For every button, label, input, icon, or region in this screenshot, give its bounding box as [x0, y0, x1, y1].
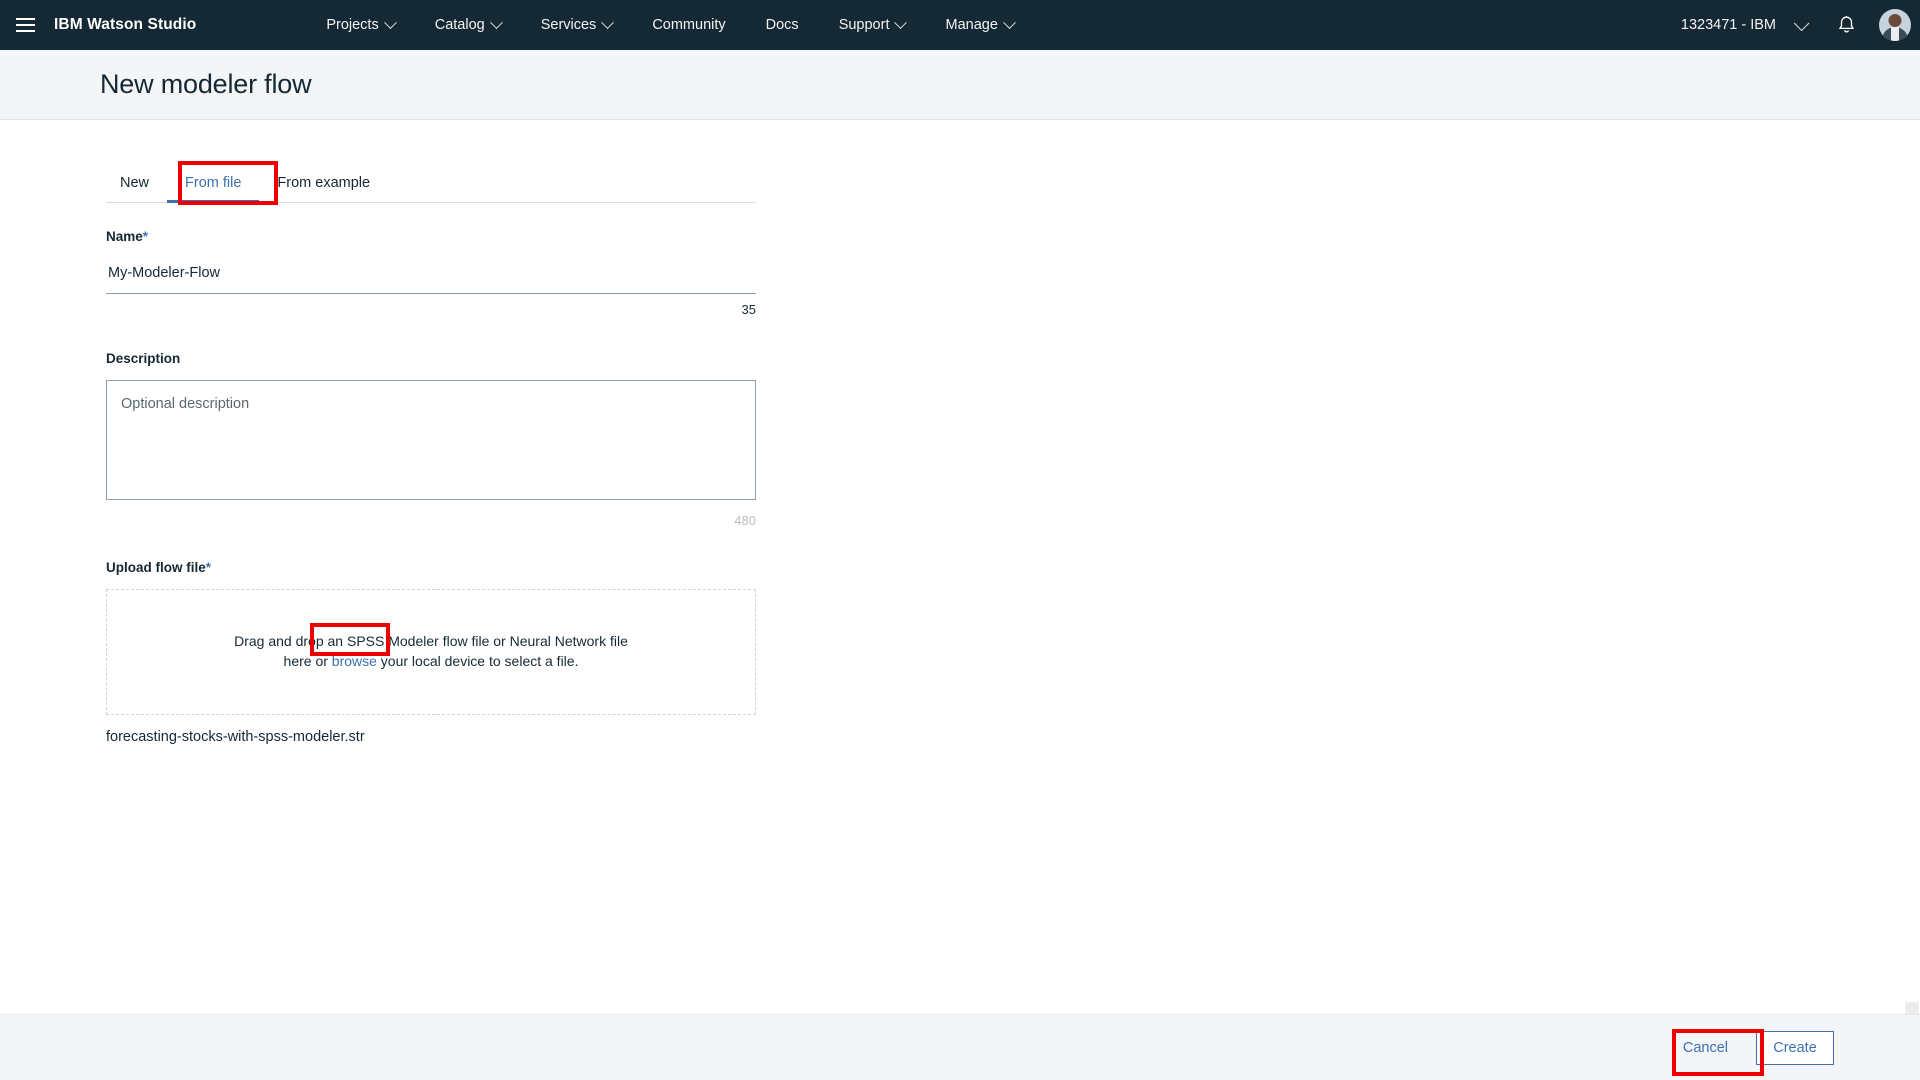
tab-from-file[interactable]: From file: [167, 175, 259, 202]
dropzone-line-1: Drag and drop an SPSS Modeler flow file …: [234, 632, 628, 652]
description-label: Description: [106, 351, 766, 366]
hamburger-bar: [16, 24, 35, 26]
file-dropzone[interactable]: Drag and drop an SPSS Modeler flow file …: [106, 589, 756, 715]
name-input[interactable]: [106, 258, 756, 294]
dropzone-text-after: your local device to select a file.: [377, 653, 579, 669]
page-title: New modeler flow: [100, 69, 311, 100]
nav-label: Community: [652, 17, 725, 33]
tab-label: From file: [185, 175, 241, 191]
name-field-group: Name* 35: [106, 229, 766, 317]
name-label: Name*: [106, 229, 766, 244]
account-switcher-button[interactable]: [1776, 0, 1822, 50]
tab-from-example[interactable]: From example: [259, 175, 388, 202]
account-label[interactable]: 1323471 - IBM: [1681, 17, 1776, 33]
new-modeler-flow-form: Name* 35 Description 480 Upload flow fil…: [106, 229, 766, 745]
chevron-down-icon: [490, 16, 503, 29]
name-character-counter: 35: [106, 302, 756, 317]
dropzone-line-2: here or browse your local device to sele…: [284, 652, 579, 672]
avatar-head: [1889, 14, 1902, 27]
nav-item-manage[interactable]: Manage: [925, 0, 1033, 50]
nav-label: Catalog: [435, 17, 485, 33]
avatar: [1879, 9, 1911, 41]
user-avatar-button[interactable]: [1870, 0, 1920, 50]
chevron-down-icon: [1003, 16, 1016, 29]
nav-label: Services: [541, 17, 597, 33]
tab-new[interactable]: New: [106, 175, 167, 202]
nav-item-services[interactable]: Services: [521, 0, 633, 50]
nav-label: Support: [839, 17, 890, 33]
avatar-collar: [1891, 27, 1899, 41]
footer-action-bar: Cancel Create: [0, 1014, 1920, 1080]
nav-item-catalog[interactable]: Catalog: [415, 0, 521, 50]
notifications-button[interactable]: [1822, 0, 1870, 50]
chevron-down-icon: [1793, 15, 1809, 31]
name-label-text: Name: [106, 229, 143, 244]
hamburger-menu-icon[interactable]: [0, 0, 50, 50]
nav-item-projects[interactable]: Projects: [306, 0, 414, 50]
nav-item-community[interactable]: Community: [632, 0, 745, 50]
browse-link[interactable]: browse: [332, 653, 377, 669]
required-asterisk: *: [143, 229, 148, 244]
page-title-bar: New modeler flow: [0, 50, 1920, 120]
uploaded-file-name: forecasting-stocks-with-spss-modeler.str: [106, 729, 766, 745]
bell-icon: [1837, 15, 1856, 35]
nav-label: Projects: [326, 17, 378, 33]
hamburger-bar: [16, 30, 35, 32]
tab-bar: New From file From example: [106, 161, 756, 203]
tab-label: From example: [277, 175, 370, 191]
upload-label: Upload flow file*: [106, 560, 766, 575]
chevron-down-icon: [601, 16, 614, 29]
top-navigation-bar: IBM Watson Studio Projects Catalog Servi…: [0, 0, 1920, 50]
nav-item-docs[interactable]: Docs: [746, 0, 819, 50]
hamburger-bar: [16, 18, 35, 20]
chevron-down-icon: [384, 16, 397, 29]
dropzone-text-before: here or: [284, 653, 332, 669]
create-button[interactable]: Create: [1756, 1031, 1834, 1065]
app-root: IBM Watson Studio Projects Catalog Servi…: [0, 0, 1920, 1080]
main-content: New From file From example Name* 35 Desc…: [0, 121, 1920, 1014]
tab-label: New: [120, 175, 149, 191]
primary-nav: Projects Catalog Services Community Docs…: [306, 0, 1034, 50]
upload-label-text: Upload flow file: [106, 560, 206, 575]
cancel-button[interactable]: Cancel: [1683, 1040, 1728, 1056]
nav-label: Manage: [945, 17, 997, 33]
chevron-down-icon: [895, 16, 908, 29]
nav-right-cluster: 1323471 - IBM: [1681, 0, 1920, 50]
vertical-scrollbar[interactable]: ⌄: [1904, 242, 1920, 1080]
required-asterisk: *: [206, 560, 211, 575]
description-textarea[interactable]: [106, 380, 756, 500]
description-character-counter: 480: [106, 513, 756, 528]
upload-field-group: Upload flow file* Drag and drop an SPSS …: [106, 560, 766, 745]
nav-label: Docs: [766, 17, 799, 33]
nav-item-support[interactable]: Support: [819, 0, 926, 50]
description-field-group: Description 480: [106, 351, 766, 528]
brand-title[interactable]: IBM Watson Studio: [54, 16, 196, 34]
